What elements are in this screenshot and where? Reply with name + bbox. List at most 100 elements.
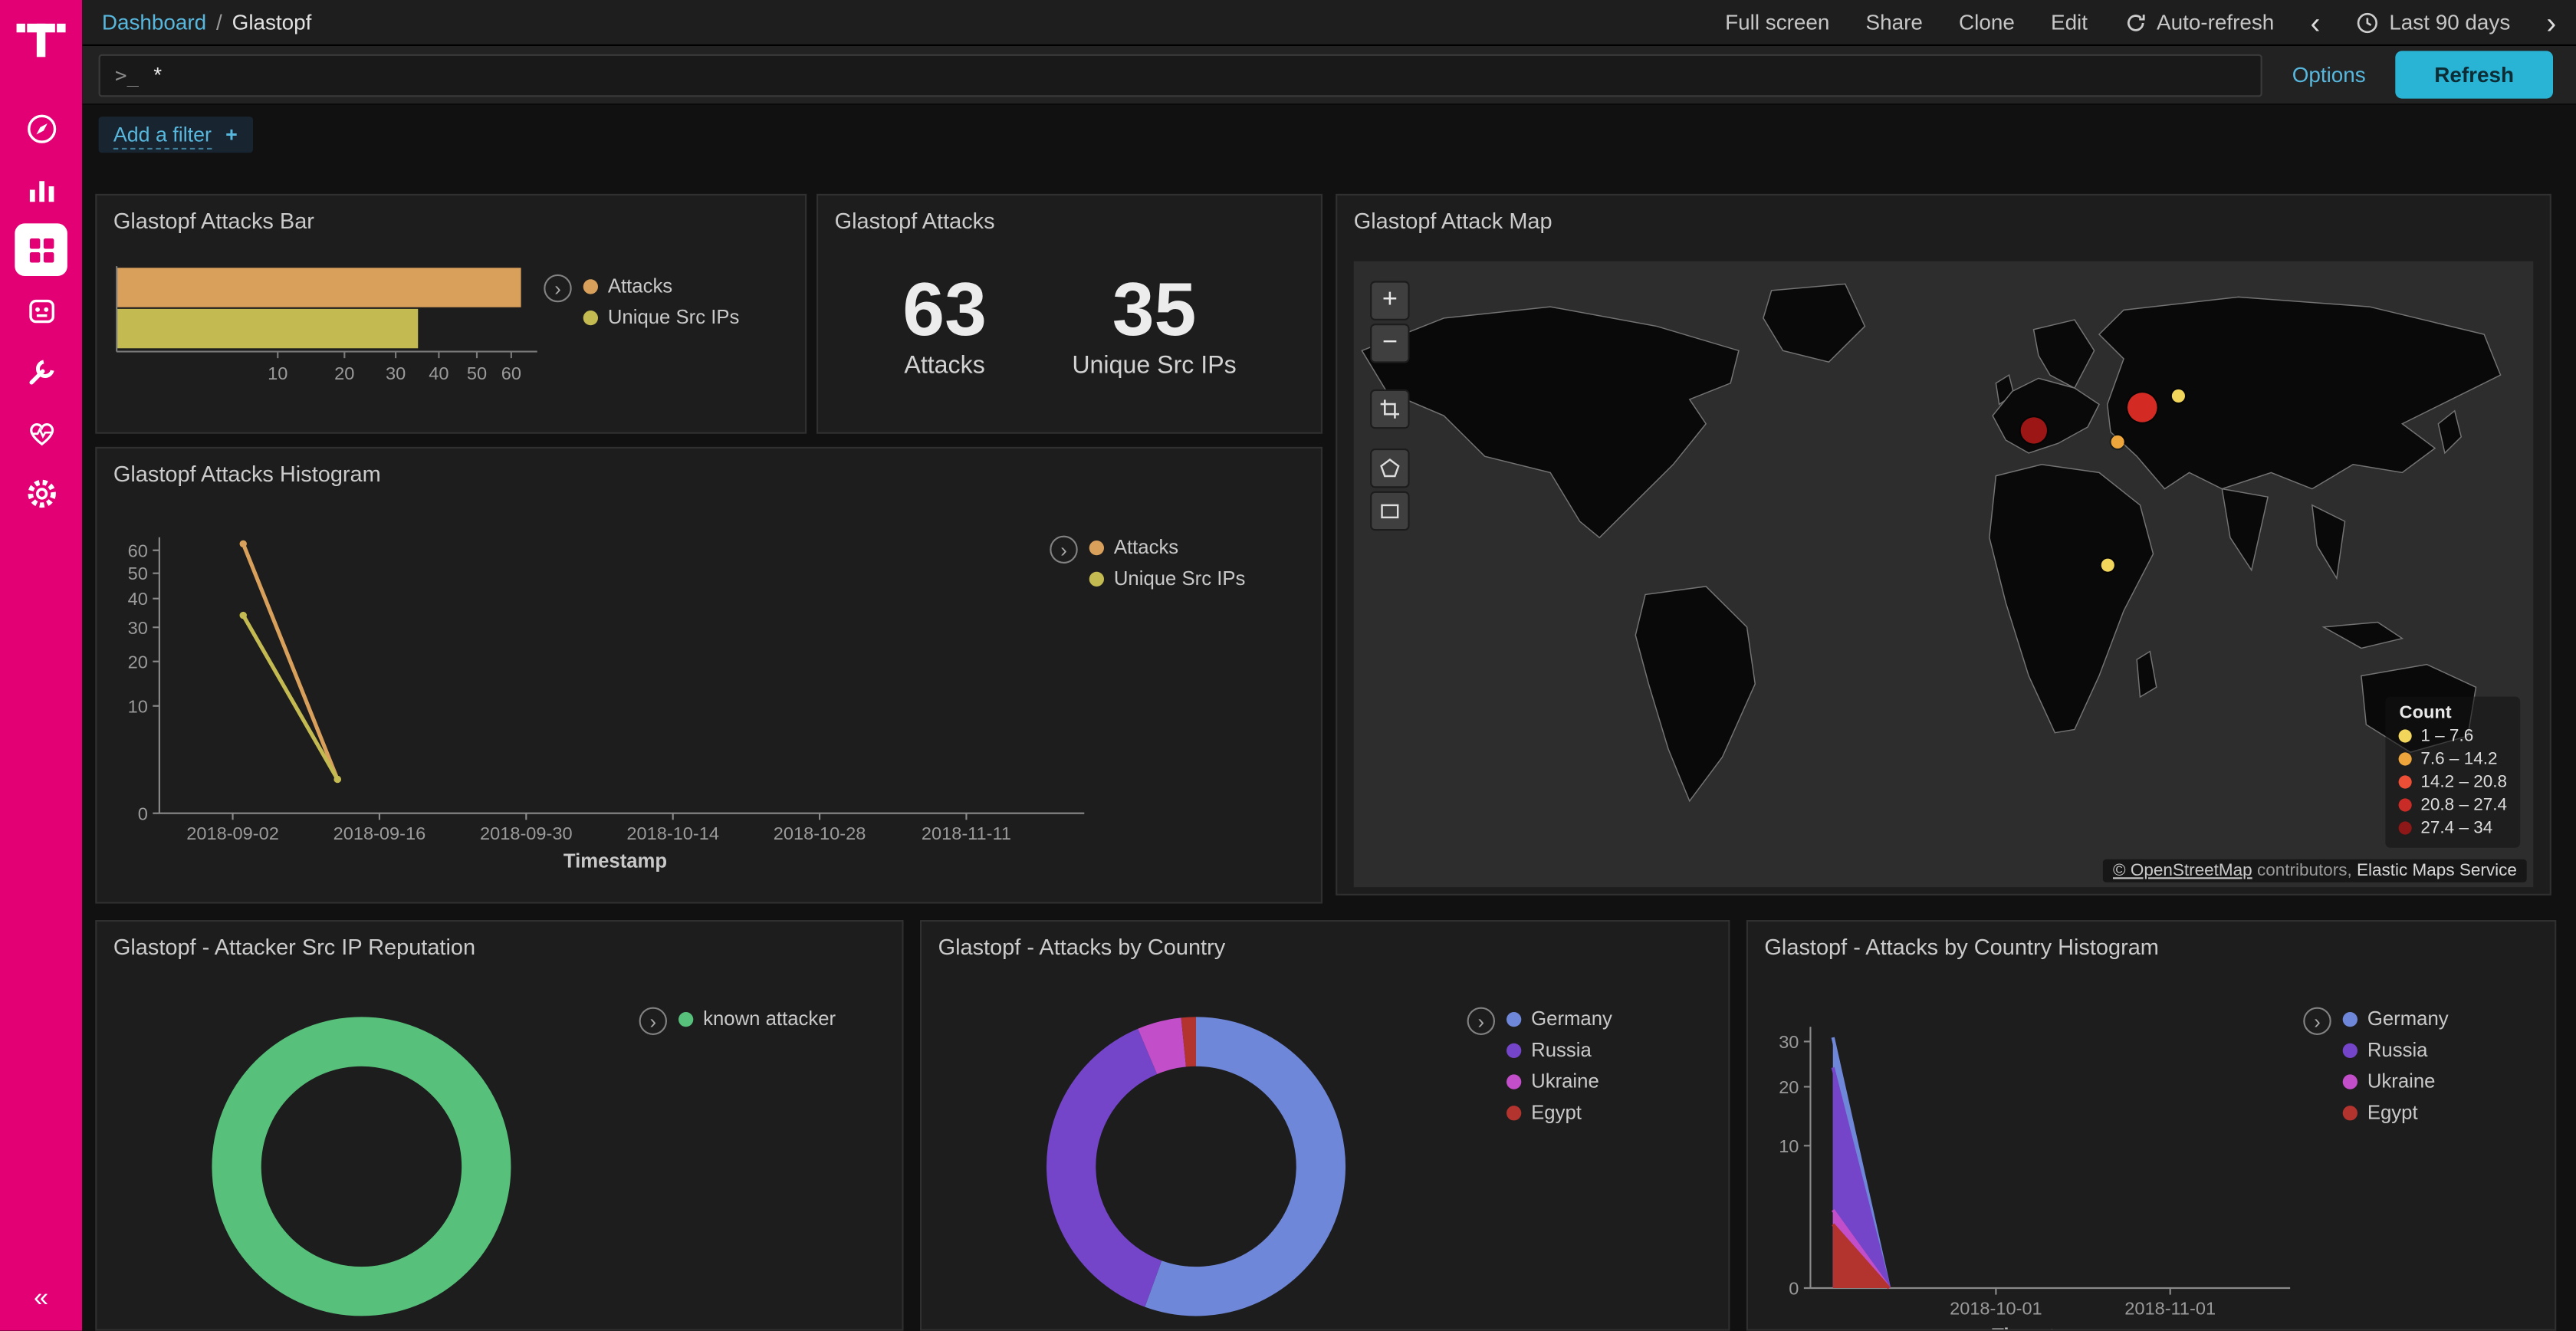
sidebar-item-discover[interactable] xyxy=(15,102,67,155)
query-value: * xyxy=(153,62,162,87)
legend-label: 20.8 – 27.4 xyxy=(2420,795,2507,815)
time-range-picker[interactable]: Last 90 days xyxy=(2356,10,2510,35)
attack-location-dot[interactable] xyxy=(2127,393,2157,422)
line-series[interactable] xyxy=(243,544,337,779)
sidebar-item-visualize[interactable] xyxy=(15,163,67,215)
line-series[interactable] xyxy=(243,616,337,780)
time-prev-icon[interactable]: ‹ xyxy=(2310,8,2320,38)
sidebar-item-management[interactable] xyxy=(15,467,67,520)
legend-item[interactable]: Germany xyxy=(2343,1007,2449,1030)
bar[interactable] xyxy=(117,268,521,307)
axis-tick-label: 0 xyxy=(138,804,148,823)
panel-title: Glastopf - Attacks by Country xyxy=(938,935,1226,959)
refresh-button[interactable]: Refresh xyxy=(2395,51,2553,98)
data-point[interactable] xyxy=(334,776,341,783)
draw-polygon-button[interactable] xyxy=(1370,449,1409,488)
time-next-icon[interactable]: › xyxy=(2546,8,2556,38)
filter-bar: Add a filter + xyxy=(82,105,2576,164)
add-filter-button[interactable]: Add a filter + xyxy=(99,117,252,153)
panel-title: Glastopf - Attacks by Country Histogram xyxy=(1764,935,2158,959)
sidebar-item-dev-tools[interactable] xyxy=(15,345,67,398)
legend-item[interactable]: Unique Src IPs xyxy=(1089,567,1246,590)
panel-title: Glastopf Attacks xyxy=(835,209,995,233)
metric-attacks: 63 Attacks xyxy=(902,271,987,380)
sidebar-item-dashboard[interactable] xyxy=(15,223,67,276)
legend-item[interactable]: Ukraine xyxy=(1506,1070,1612,1093)
legend-color-dot xyxy=(2400,752,2413,765)
legend-label: Ukraine xyxy=(1531,1070,1599,1093)
openstreetmap-link[interactable]: © OpenStreetMap xyxy=(2113,861,2252,881)
telekom-logo[interactable] xyxy=(15,13,67,66)
legend-toggle-icon[interactable]: › xyxy=(1050,536,1077,564)
axis-tick-label: 30 xyxy=(128,618,148,638)
axis-tick-label: 10 xyxy=(1779,1136,1799,1156)
sidebar-item-tpot[interactable] xyxy=(15,284,67,337)
axis-tick-label: 50 xyxy=(128,564,148,583)
wrench-icon xyxy=(24,354,58,389)
attack-location-dot[interactable] xyxy=(2020,417,2046,443)
legend-toggle-icon[interactable]: › xyxy=(544,274,571,302)
legend-label: Germany xyxy=(1531,1007,1612,1030)
legend-toggle-icon[interactable]: › xyxy=(1467,1007,1495,1035)
attack-location-dot[interactable] xyxy=(2172,389,2185,403)
attack-location-dot[interactable] xyxy=(2111,435,2124,448)
legend-color-dot xyxy=(2400,775,2413,788)
donut-slice[interactable] xyxy=(1153,1042,1321,1292)
axis-tick-label: 20 xyxy=(128,652,148,672)
legend-color-dot xyxy=(2343,1105,2358,1119)
legend-color-dot xyxy=(1089,571,1104,586)
metric-group: 63 Attacks 35 Unique Src IPs xyxy=(818,271,1321,380)
donut-slice[interactable] xyxy=(1148,1042,1184,1051)
legend-label: Unique Src IPs xyxy=(1114,567,1246,590)
mask-icon xyxy=(24,294,58,328)
legend-item[interactable]: Unique Src IPs xyxy=(583,306,740,329)
axis-tick-label: 40 xyxy=(128,589,148,609)
search-input[interactable]: >_ * xyxy=(99,54,2263,97)
legend-toggle-icon[interactable]: › xyxy=(2303,1007,2331,1035)
edit-button[interactable]: Edit xyxy=(2051,10,2088,35)
breadcrumb-dashboard-link[interactable]: Dashboard xyxy=(102,10,206,35)
attack-map[interactable]: + − xyxy=(1354,261,2534,887)
legend-label: Unique Src IPs xyxy=(608,306,740,329)
dashboard-icon xyxy=(24,232,58,267)
sidebar-item-monitoring[interactable] xyxy=(15,406,67,458)
auto-refresh-button[interactable]: Auto-refresh xyxy=(2124,10,2274,35)
legend-item[interactable]: Attacks xyxy=(583,274,740,297)
data-point[interactable] xyxy=(240,541,247,547)
donut-slice[interactable] xyxy=(1071,1051,1153,1283)
legend-label: Russia xyxy=(1531,1038,1592,1061)
elastic-maps-link[interactable]: Elastic Maps Service xyxy=(2357,861,2517,881)
axis-tick-label: 60 xyxy=(501,363,521,383)
legend-color-dot xyxy=(2400,821,2413,834)
axis-tick-label: 20 xyxy=(1779,1077,1799,1097)
panel-attack-map: Glastopf Attack Map xyxy=(1336,194,2551,896)
data-point[interactable] xyxy=(240,612,247,619)
legend-label: Egypt xyxy=(2367,1101,2418,1124)
donut-slice[interactable] xyxy=(1184,1042,1196,1043)
legend-item[interactable]: known attacker xyxy=(678,1007,836,1030)
reputation-donut-chart xyxy=(205,1011,518,1323)
zoom-in-button[interactable]: + xyxy=(1370,281,1409,320)
zoom-out-button[interactable]: − xyxy=(1370,324,1409,363)
legend-item[interactable]: Egypt xyxy=(1506,1101,1612,1124)
legend-toggle-icon[interactable]: › xyxy=(639,1007,667,1035)
bar[interactable] xyxy=(117,309,418,348)
legend-item[interactable]: Germany xyxy=(1506,1007,1612,1030)
options-link[interactable]: Options xyxy=(2292,62,2366,87)
axis-tick-label: 50 xyxy=(467,363,487,383)
legend-item[interactable]: Ukraine xyxy=(2343,1070,2449,1093)
map-legend-row: 14.2 – 20.8 xyxy=(2400,772,2507,792)
attack-location-dot[interactable] xyxy=(2101,559,2114,572)
full-screen-button[interactable]: Full screen xyxy=(1725,10,1829,35)
legend-item[interactable]: Egypt xyxy=(2343,1101,2449,1124)
donut-slice[interactable] xyxy=(237,1042,487,1292)
fit-data-bounds-button[interactable] xyxy=(1370,389,1409,429)
legend-label: Attacks xyxy=(1114,536,1178,559)
legend-item[interactable]: Attacks xyxy=(1089,536,1246,559)
draw-rectangle-button[interactable] xyxy=(1370,491,1409,531)
share-button[interactable]: Share xyxy=(1866,10,1923,35)
legend-item[interactable]: Russia xyxy=(2343,1038,2449,1061)
sidebar-collapse-icon[interactable]: « xyxy=(34,1285,48,1315)
clone-button[interactable]: Clone xyxy=(1959,10,2015,35)
legend-item[interactable]: Russia xyxy=(1506,1038,1612,1061)
